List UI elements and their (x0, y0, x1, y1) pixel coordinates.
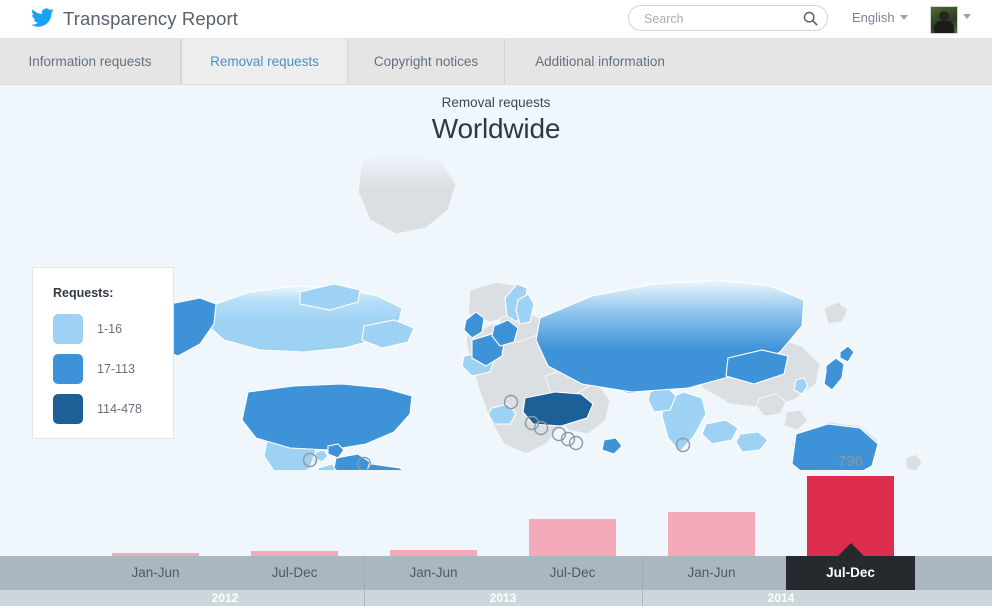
avatar[interactable] (930, 6, 958, 34)
legend-label: 114-478 (97, 402, 142, 416)
map-legend: Requests: 1-16 17-113 114-478 (32, 267, 174, 439)
legend-swatch (53, 314, 83, 344)
bar-value-label: 796 (837, 453, 864, 470)
transparency-report-page: Transparency Report English Information … (0, 0, 992, 606)
year-label-2014: 2014 (767, 591, 795, 605)
bar-2013-Jul-Dec[interactable] (529, 519, 616, 556)
tab-additional-information[interactable]: Additional information (505, 39, 695, 84)
bar-series: 796 (0, 453, 992, 556)
top-bar: Transparency Report English (0, 0, 992, 39)
period-label-jan-jun[interactable]: Jan-Jun (86, 556, 225, 590)
legend-label: 17-113 (97, 362, 135, 376)
timeline-chart[interactable]: 796 Jan-Jun Jul-Dec Jan-Jun Jul-Dec Jan-Jun J… (0, 453, 992, 606)
legend-swatch (53, 354, 83, 384)
avatar-body (934, 21, 954, 33)
chevron-down-icon (899, 15, 908, 20)
legend-label: 1-16 (97, 322, 123, 336)
tooltip-notch (837, 543, 864, 556)
search-icon[interactable] (803, 11, 818, 26)
legend-item-1-16[interactable]: 1-16 (53, 314, 122, 344)
legend-swatch (53, 394, 83, 424)
language-label: English (852, 10, 895, 25)
chart-subtitle: Removal requests (441, 95, 551, 110)
bar-2014-Jan-Jun[interactable] (668, 512, 755, 556)
period-label-jan-jun[interactable]: Jan-Jun (642, 556, 781, 590)
account-menu-chevron-down-icon[interactable] (963, 14, 971, 19)
selected-period-tooltip[interactable]: Jul-Dec (786, 556, 915, 590)
brand[interactable]: Transparency Report (30, 4, 238, 34)
twitter-bird-icon (31, 8, 54, 27)
period-label-jul-dec[interactable]: Jul-Dec (225, 556, 364, 590)
legend-item-114-478[interactable]: 114-478 (53, 394, 142, 424)
year-divider (364, 556, 365, 606)
language-selector[interactable]: English (852, 10, 908, 25)
tab-copyright-notices[interactable]: Copyright notices (348, 39, 505, 84)
year-label-2013: 2013 (489, 591, 517, 605)
avatar-head (939, 11, 949, 21)
period-label-jan-jun[interactable]: Jan-Jun (364, 556, 503, 590)
tab-information-requests[interactable]: Information requests (0, 39, 181, 84)
period-label-jul-dec[interactable]: Jul-Dec (503, 556, 642, 590)
search-input[interactable] (642, 6, 798, 32)
brand-title: Transparency Report (63, 8, 238, 29)
year-divider (642, 556, 643, 606)
legend-title: Requests: (53, 286, 114, 300)
tab-removal-requests[interactable]: Removal requests (181, 39, 348, 84)
legend-item-17-113[interactable]: 17-113 (53, 354, 135, 384)
year-label-2012: 2012 (211, 591, 239, 605)
search-box[interactable] (628, 5, 828, 32)
tab-bar: Information requests Removal requests Co… (0, 39, 992, 85)
